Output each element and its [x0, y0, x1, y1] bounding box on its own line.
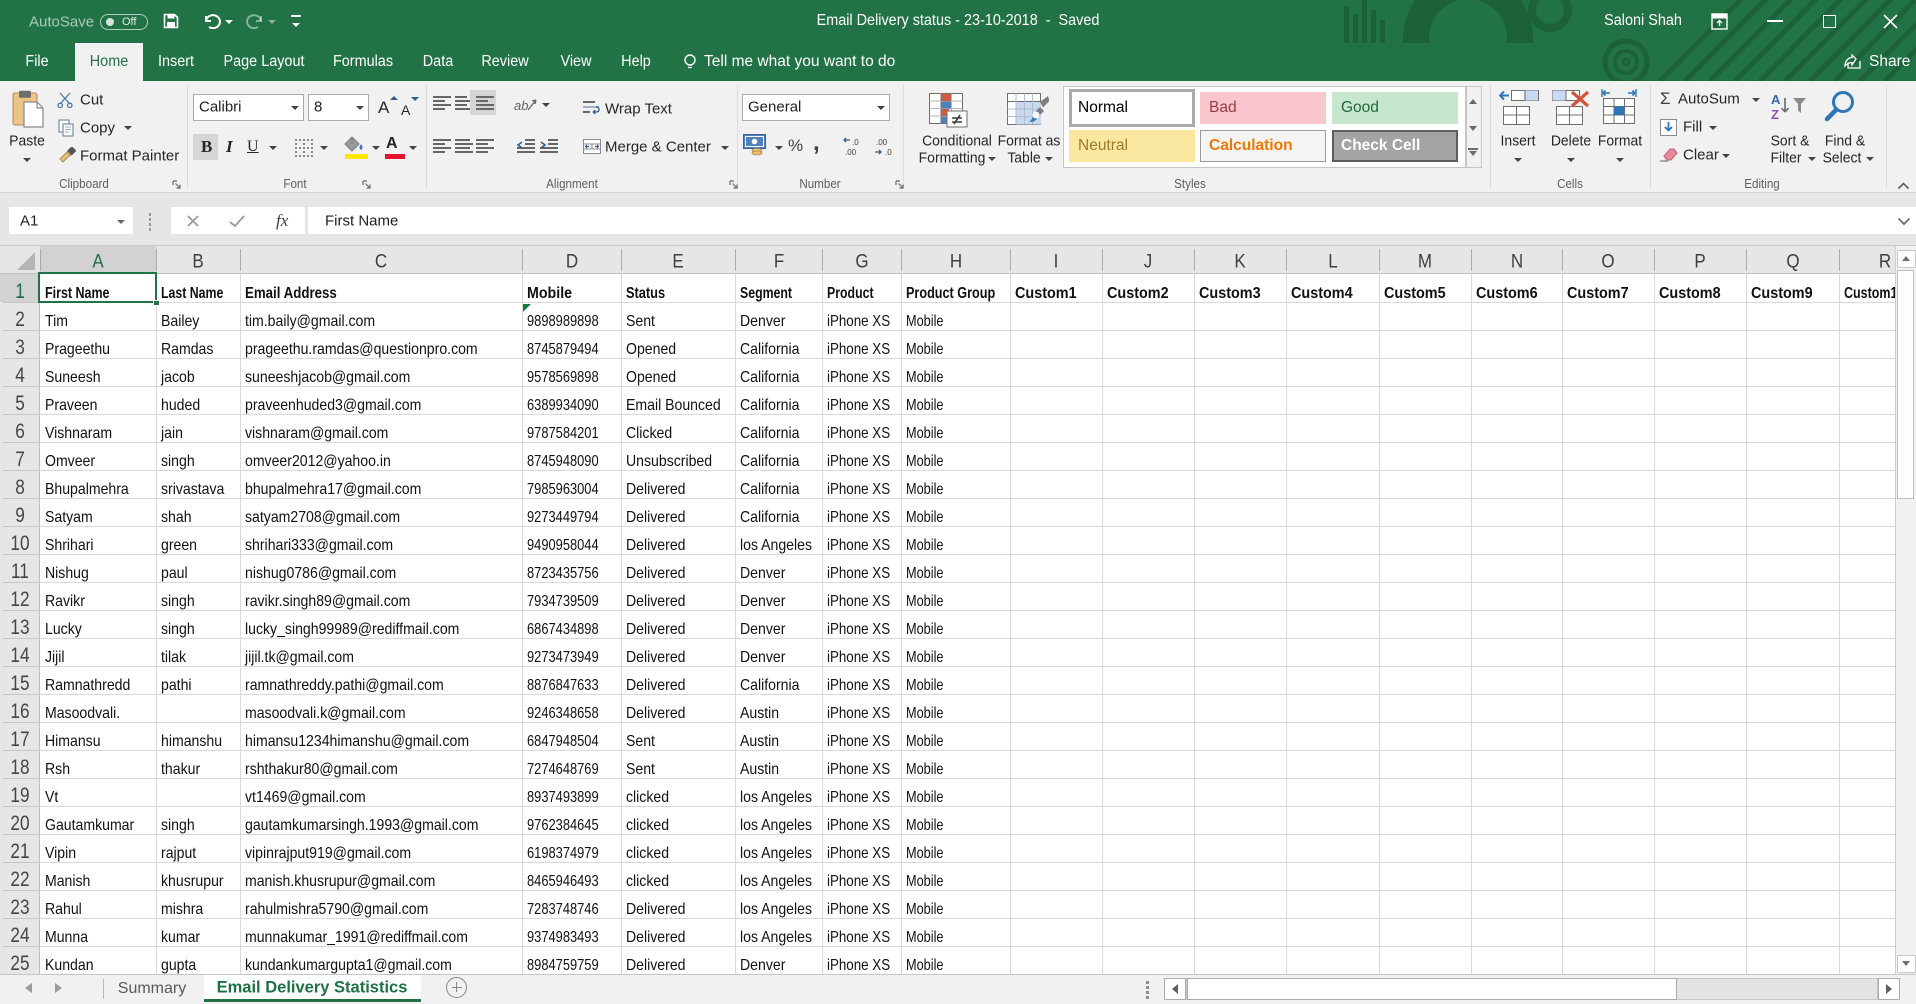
svg-text:Z: Z [1771, 107, 1779, 120]
svg-text:.0: .0 [852, 138, 859, 147]
svg-text:.00: .00 [845, 148, 857, 157]
svg-text:A: A [1771, 92, 1781, 107]
svg-text:ab: ab [514, 98, 528, 113]
svg-text:.00: .00 [876, 138, 888, 147]
svg-text:.0: .0 [885, 148, 892, 157]
